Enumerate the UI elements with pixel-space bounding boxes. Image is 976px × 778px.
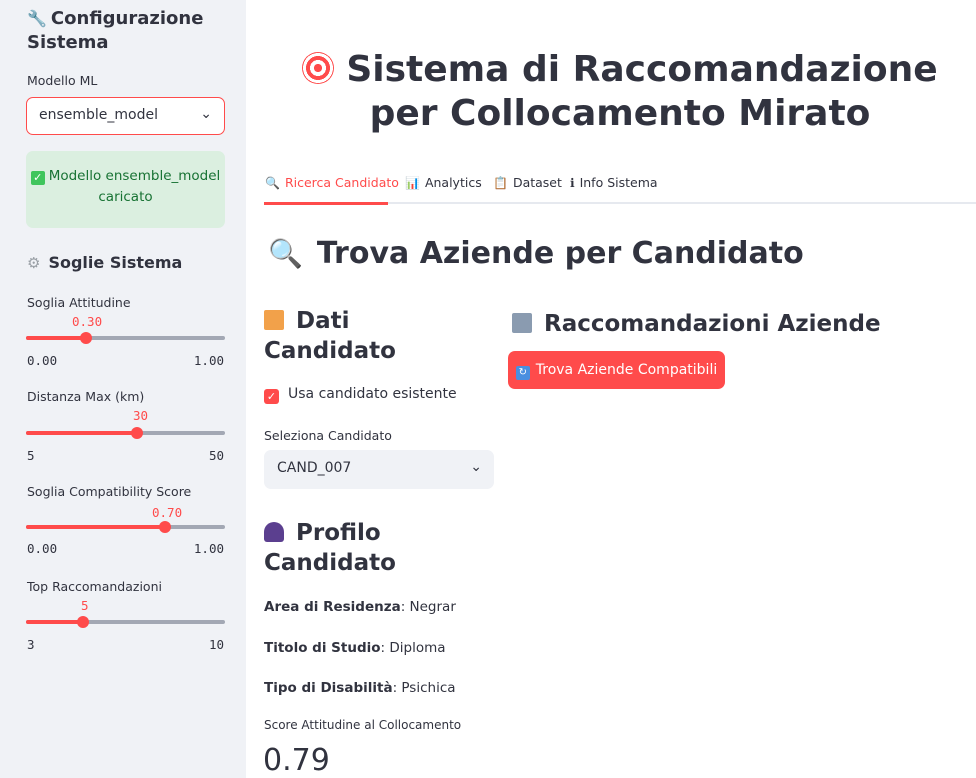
slider-thumb[interactable]: [159, 521, 172, 533]
chevron-down-icon: ⌄: [470, 459, 482, 475]
slider-max-distance: 50: [208, 448, 224, 463]
slider-fill: [26, 620, 83, 624]
info-icon: ℹ: [570, 176, 575, 190]
section-title: 🔍 Trova Aziende per Candidato: [268, 236, 804, 271]
checkbox-checked-icon: ✓: [264, 389, 279, 404]
slider-max-top: 10: [208, 637, 224, 652]
profile-education: Titolo di Studio: Diploma: [264, 640, 446, 656]
profilo-candidato-title: Profilo Candidato: [264, 520, 396, 576]
target-icon: [302, 52, 335, 84]
tab-ricerca-candidato[interactable]: 🔍 Ricerca Candidato: [265, 175, 399, 190]
slider-min-compatibility: 0.00: [27, 541, 58, 556]
use-existing-checkbox[interactable]: ✓ Usa candidato esistente: [264, 386, 457, 404]
gear-icon: ⚙: [27, 254, 41, 272]
slider-label-compatibility: Soglia Compatibility Score: [27, 484, 192, 499]
slider-attitude[interactable]: [26, 332, 225, 344]
slider-value-attitude: 0.30: [72, 314, 103, 329]
score-value: 0.79: [263, 743, 330, 778]
tab-dataset[interactable]: 📋 Dataset: [493, 175, 562, 190]
dati-candidato-title: Dati Candidato: [264, 308, 396, 364]
slider-compatibility[interactable]: [26, 521, 225, 533]
slider-min-top: 3: [27, 637, 35, 652]
slider-distance[interactable]: [26, 427, 225, 439]
candidate-select-value: CAND_007: [277, 460, 352, 476]
slider-fill: [26, 431, 137, 435]
slider-value-distance: 30: [133, 408, 149, 423]
slider-label-top: Top Raccomandazioni: [27, 579, 162, 594]
model-loaded-alert: ✓ Modello ensemble_model caricato: [26, 151, 225, 228]
model-label: Modello ML: [27, 73, 98, 88]
raccomandazioni-title: Raccomandazioni Aziende: [512, 309, 881, 339]
slider-thumb[interactable]: [76, 616, 89, 628]
refresh-icon: ↻: [515, 366, 530, 380]
slider-max-compatibility: 1.00: [193, 541, 224, 556]
model-select-value: ensemble_model: [39, 107, 159, 123]
profile-residence: Area di Residenza: Negrar: [264, 599, 456, 615]
magnifier-icon: 🔍: [268, 237, 303, 270]
slider-fill: [26, 336, 86, 340]
office-building-icon: [512, 313, 532, 333]
model-loaded-text: Modello ensemble_model caricato: [48, 168, 221, 205]
person-icon: [264, 522, 284, 542]
slider-label-distance: Distanza Max (km): [27, 389, 145, 404]
tab-info-sistema[interactable]: ℹ Info Sistema: [570, 175, 658, 190]
wrench-icon: 🔧: [27, 9, 47, 28]
slider-min-attitude: 0.00: [27, 353, 58, 368]
slider-thumb[interactable]: [130, 427, 143, 439]
active-tab-indicator: [264, 202, 388, 205]
tab-analytics[interactable]: 📊 Analytics: [405, 175, 482, 190]
slider-fill: [26, 525, 166, 529]
check-icon: ✓: [30, 171, 45, 185]
slider-min-distance: 5: [27, 448, 35, 463]
select-candidate-label: Seleziona Candidato: [264, 428, 392, 443]
memo-icon: [264, 310, 284, 330]
slider-max-attitude: 1.00: [193, 353, 224, 368]
chevron-down-icon: ⌄: [200, 106, 212, 122]
find-companies-button[interactable]: ↻ Trova Aziende Compatibili: [508, 351, 725, 389]
thresholds-title: ⚙ Soglie Sistema: [27, 253, 183, 272]
clipboard-icon: 📋: [493, 176, 508, 190]
slider-top[interactable]: [26, 616, 225, 628]
slider-value-compatibility: 0.70: [152, 505, 183, 520]
bar-chart-icon: 📊: [405, 176, 420, 190]
score-label: Score Attitudine al Collocamento: [264, 718, 462, 732]
sidebar-config-title: 🔧 Configurazione Sistema: [27, 8, 204, 53]
magnifier-icon: 🔍: [265, 176, 280, 190]
profile-disability: Tipo di Disabilità: Psichica: [264, 680, 456, 696]
candidate-select[interactable]: CAND_007 ⌄: [264, 450, 494, 489]
slider-value-top: 5: [81, 598, 89, 613]
tab-bar: 🔍 Ricerca Candidato 📊 Analytics 📋 Dataset ℹ…: [264, 172, 976, 204]
model-select[interactable]: ensemble_model ⌄: [26, 97, 225, 135]
sidebar: 🔧 Configurazione Sistema Modello ML ensem…: [0, 0, 246, 778]
slider-label-attitude: Soglia Attitudine: [27, 295, 131, 310]
page-title: Sistema di Raccomandazione per Collocame…: [270, 48, 970, 136]
slider-thumb[interactable]: [79, 332, 92, 344]
